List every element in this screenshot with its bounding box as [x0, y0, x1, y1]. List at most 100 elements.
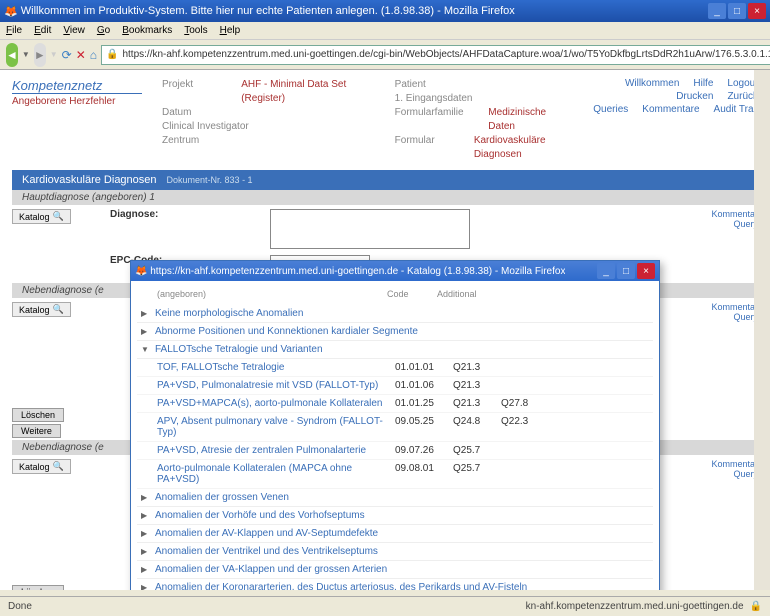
popup-maximize-button[interactable]: □	[617, 263, 635, 279]
status-done: Done	[8, 601, 32, 612]
popup-minimize-button[interactable]: _	[597, 263, 615, 279]
status-domain: kn-ahf.kompetenzzentrum.med.uni-goetting…	[526, 601, 744, 612]
famille-value: Medizinische Daten	[488, 106, 573, 134]
projekt-value: AHF - Minimal Data Set (Register)	[241, 78, 364, 106]
projekt-label: Projekt	[162, 78, 235, 106]
category-label: Anomalien der AV-Klappen und AV-Septumde…	[155, 528, 649, 539]
magnifier-icon: 🔍	[53, 461, 64, 472]
expand-icon: ▶	[141, 493, 155, 502]
menu-go[interactable]: Go	[97, 25, 110, 36]
query-link-1[interactable]: Query	[688, 219, 758, 229]
item-code3	[501, 445, 541, 456]
nav-audit[interactable]: Audit Trail	[714, 104, 758, 115]
expand-icon: ▶	[141, 309, 155, 318]
magnifier-icon: 🔍	[53, 211, 64, 222]
category-row[interactable]: ▶Anomalien der AV-Klappen und AV-Septumd…	[137, 525, 653, 543]
nav-kommentare[interactable]: Kommentare	[642, 104, 699, 115]
loeschen-button-2[interactable]: Löschen	[12, 585, 64, 590]
menu-view[interactable]: View	[63, 25, 85, 36]
maximize-button[interactable]: □	[728, 3, 746, 19]
scrollbar[interactable]	[754, 70, 770, 590]
expand-icon: ▶	[141, 565, 155, 574]
catalog-item[interactable]: APV, Absent pulmonary valve - Syndrom (F…	[137, 413, 653, 442]
catalog-item[interactable]: PA+VSD, Atresie der zentralen Pulmonalar…	[137, 442, 653, 460]
popup-col-angeboren: (angeboren)	[157, 289, 387, 299]
home-icon[interactable]: ⌂	[90, 46, 97, 64]
url-input[interactable]: 🔒 https://kn-ahf.kompetenzzentrum.med.un…	[101, 45, 770, 65]
fwd-dropdown-icon[interactable]: ▼	[50, 50, 58, 59]
diagnose-label: Diagnose:	[110, 209, 270, 220]
menu-edit[interactable]: Edit	[34, 25, 51, 36]
nav-drucken[interactable]: Drucken	[676, 91, 713, 102]
kommentar-link-3[interactable]: Kommentar	[688, 459, 758, 469]
nav-hilfe[interactable]: Hilfe	[693, 78, 713, 89]
item-code1: 01.01.25	[395, 398, 445, 409]
item-name: PA+VSD+MAPCA(s), aorto-pulmonale Kollate…	[157, 398, 387, 409]
category-label: Anomalien der Vorhöfe und des Vorhofsept…	[155, 510, 649, 521]
diagnose-input[interactable]	[270, 209, 470, 249]
katalog-button-2[interactable]: Katalog🔍	[12, 302, 71, 317]
category-label: Keine morphologische Anomalien	[155, 308, 649, 319]
logo-line1: Kompetenznetz	[12, 78, 142, 93]
item-code2: Q21.3	[453, 398, 493, 409]
nav-links: Willkommen Hilfe Logout Drucken Zurück Q…	[593, 78, 758, 162]
category-row[interactable]: ▶Anomalien der Vorhöfe und des Vorhofsep…	[137, 507, 653, 525]
window-title: Willkommen im Produktiv-System. Bitte hi…	[21, 5, 515, 17]
popup-close-button[interactable]: ×	[637, 263, 655, 279]
expand-icon: ▶	[141, 327, 155, 336]
category-row[interactable]: ▶Keine morphologische Anomalien	[137, 305, 653, 323]
category-label: FALLOTsche Tetralogie und Varianten	[155, 344, 649, 355]
category-row[interactable]: ▶Abnorme Positionen und Konnektionen kar…	[137, 323, 653, 341]
status-lock-icon: 🔒	[750, 601, 762, 612]
toolbar: ◄ ▼ ► ▼ ⟳ ✕ ⌂ 🔒 https://kn-ahf.kompetenz…	[0, 40, 770, 70]
expand-icon: ▶	[141, 511, 155, 520]
category-row[interactable]: ▼FALLOTsche Tetralogie und Varianten	[137, 341, 653, 359]
logo: Kompetenznetz Angeborene Herzfehler	[12, 78, 142, 162]
item-name: PA+VSD, Atresie der zentralen Pulmonalar…	[157, 445, 387, 456]
expand-icon: ▶	[141, 529, 155, 538]
menu-bookmarks[interactable]: Bookmarks	[122, 25, 172, 36]
menu-tools[interactable]: Tools	[184, 25, 207, 36]
reload-icon[interactable]: ⟳	[62, 46, 72, 64]
item-name: PA+VSD, Pulmonalatresie mit VSD (FALLOT-…	[157, 380, 387, 391]
menu-help[interactable]: Help	[220, 25, 241, 36]
magnifier-icon: 🔍	[53, 304, 64, 315]
category-row[interactable]: ▶Anomalien der Ventrikel und des Ventrik…	[137, 543, 653, 561]
item-name: TOF, FALLOTsche Tetralogie	[157, 362, 387, 373]
catalog-item[interactable]: Aorto-pulmonale Kollateralen (MAPCA ohne…	[137, 460, 653, 489]
kommentar-link-2[interactable]: Kommentar	[688, 302, 758, 312]
zentrum-label: Zentrum	[162, 134, 252, 148]
section-header: Kardiovaskuläre Diagnosen Dokument-Nr. 8…	[12, 170, 758, 190]
katalog-button-1[interactable]: Katalog🔍	[12, 209, 71, 224]
item-code3	[501, 463, 541, 485]
item-code3	[501, 380, 541, 391]
catalog-item[interactable]: PA+VSD, Pulmonalatresie mit VSD (FALLOT-…	[137, 377, 653, 395]
category-row[interactable]: ▶Anomalien der VA-Klappen und der grosse…	[137, 561, 653, 579]
back-dropdown-icon[interactable]: ▼	[22, 50, 30, 59]
item-code1: 01.01.06	[395, 380, 445, 391]
loeschen-button-1[interactable]: Löschen	[12, 408, 64, 422]
close-button[interactable]: ×	[748, 3, 766, 19]
weitere-button-1[interactable]: Weitere	[12, 424, 61, 438]
catalog-item[interactable]: PA+VSD+MAPCA(s), aorto-pulmonale Kollate…	[137, 395, 653, 413]
kommentar-link-1[interactable]: Kommentar	[688, 209, 758, 219]
minimize-button[interactable]: _	[708, 3, 726, 19]
query-link-2[interactable]: Query	[688, 312, 758, 322]
popup-body: (angeboren) Code Additional ▶Keine morph…	[131, 281, 659, 590]
catalog-item[interactable]: TOF, FALLOTsche Tetralogie01.01.01Q21.3	[137, 359, 653, 377]
hauptdiagnose-header: Hauptdiagnose (angeboren) 1	[12, 190, 758, 205]
nav-queries[interactable]: Queries	[593, 104, 628, 115]
category-label: Anomalien der Koronararterien, des Ductu…	[155, 582, 649, 590]
category-row[interactable]: ▶Anomalien der grossen Venen	[137, 489, 653, 507]
back-button[interactable]: ◄	[6, 43, 18, 67]
popup-col-additional: Additional	[437, 289, 477, 299]
category-row[interactable]: ▶Anomalien der Koronararterien, des Duct…	[137, 579, 653, 590]
famille-label: Formularfamilie	[395, 106, 483, 134]
item-code1: 09.07.26	[395, 445, 445, 456]
katalog-button-3[interactable]: Katalog🔍	[12, 459, 71, 474]
stop-icon[interactable]: ✕	[76, 46, 86, 64]
nav-willkommen[interactable]: Willkommen	[625, 78, 679, 89]
forward-button[interactable]: ►	[34, 43, 46, 67]
menu-file[interactable]: FFileile	[6, 25, 22, 36]
query-link-3[interactable]: Query	[688, 469, 758, 479]
